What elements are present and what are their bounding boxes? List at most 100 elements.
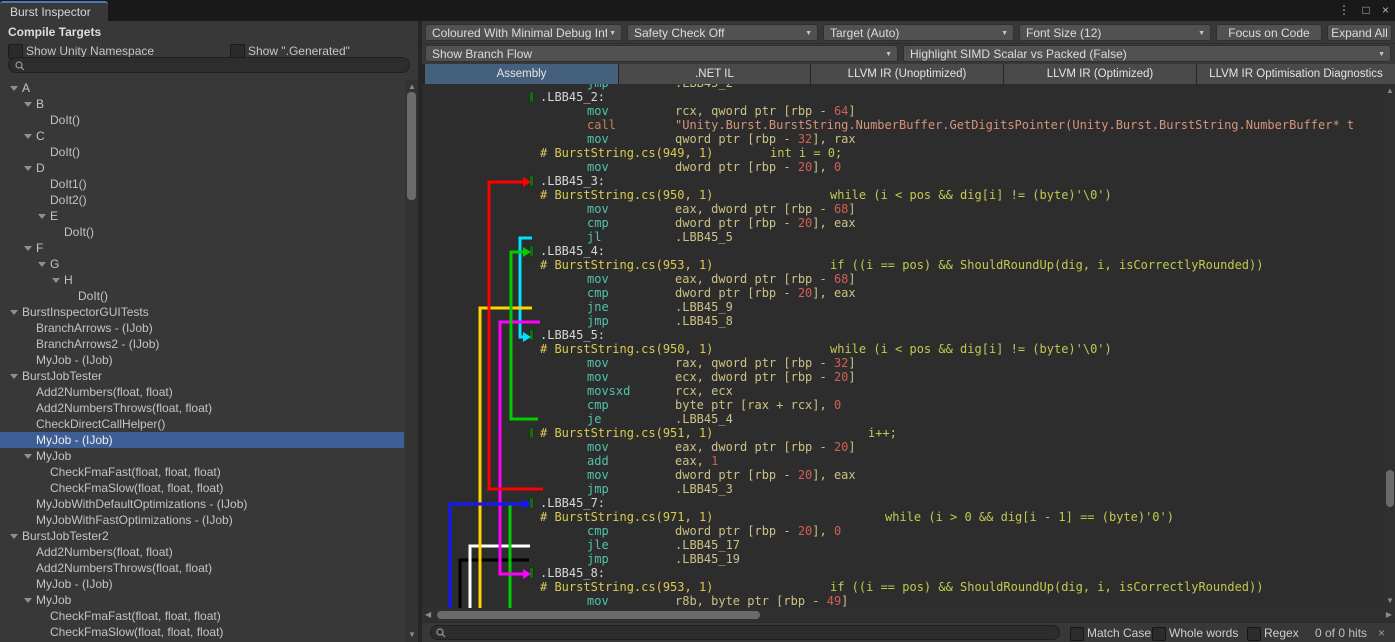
- scroll-up-icon[interactable]: ▲: [1386, 87, 1394, 95]
- tree-item-label: DoIt(): [50, 144, 80, 160]
- compile-targets-search[interactable]: [8, 57, 410, 73]
- branch-flow-arrows: [422, 84, 1384, 608]
- tree-scrollbar[interactable]: ▲ ▼: [405, 80, 418, 642]
- tree-item-doit1[interactable]: DoIt1(): [0, 176, 404, 192]
- tree-item-checkfmaslow-float-float-float[interactable]: CheckFmaSlow(float, float, float): [0, 480, 404, 496]
- tree-item-c[interactable]: C: [0, 128, 404, 144]
- tree-item-g[interactable]: G: [0, 256, 404, 272]
- tab-burst-inspector[interactable]: Burst Inspector: [0, 1, 108, 21]
- tree-scrollbar-thumb[interactable]: [407, 92, 416, 200]
- fold-open-icon[interactable]: [52, 278, 60, 283]
- tree-item-myjob-ijob[interactable]: MyJob - (IJob): [0, 432, 404, 448]
- tree-item-myjob-ijob[interactable]: MyJob - (IJob): [0, 576, 404, 592]
- tree-item-f[interactable]: F: [0, 240, 404, 256]
- dropdown-safety-check[interactable]: Safety Check Off▼: [627, 24, 818, 41]
- search-input[interactable]: [29, 58, 408, 74]
- fold-open-icon[interactable]: [10, 374, 18, 379]
- tree-item-add2numbers-float-float[interactable]: Add2Numbers(float, float): [0, 384, 404, 400]
- tree-item-checkdirectcallhelper[interactable]: CheckDirectCallHelper(): [0, 416, 404, 432]
- fold-open-icon[interactable]: [24, 166, 32, 171]
- code-hscrollbar-thumb[interactable]: [437, 611, 760, 619]
- tree-item-checkfmafast-float-float-float[interactable]: CheckFmaFast(float, float, float): [0, 608, 404, 624]
- find-close-icon[interactable]: ×: [1378, 626, 1385, 640]
- tree-item-myjob[interactable]: MyJob: [0, 592, 404, 608]
- tree-item-add2numbersthrows-float-float[interactable]: Add2NumbersThrows(float, float): [0, 400, 404, 416]
- tree-item-checkfmaslow-float-float-float[interactable]: CheckFmaSlow(float, float, float): [0, 624, 404, 640]
- close-icon[interactable]: ×: [1382, 0, 1389, 21]
- tree-item-label: D: [36, 160, 45, 176]
- scroll-down-icon[interactable]: ▼: [1386, 597, 1394, 605]
- tree-item-doit[interactable]: DoIt(): [0, 224, 404, 240]
- find-box[interactable]: [430, 625, 1060, 640]
- menu-icon[interactable]: ⋮: [1338, 0, 1350, 21]
- tree-item-d[interactable]: D: [0, 160, 404, 176]
- tree-item-e[interactable]: E: [0, 208, 404, 224]
- dropdown-label: Font Size (12): [1026, 25, 1196, 41]
- branch-arrowhead-red: [523, 177, 531, 187]
- view-tab-strip: Assembly.NET ILLLVM IR (Unoptimized)LLVM…: [422, 64, 1395, 84]
- tree-item-brancharrows2-ijob[interactable]: BranchArrows2 - (IJob): [0, 336, 404, 352]
- fold-open-icon[interactable]: [24, 102, 32, 107]
- tree-item-myjobwithdefaultoptimizations-ijob[interactable]: MyJobWithDefaultOptimizations - (IJob): [0, 496, 404, 512]
- scroll-up-icon[interactable]: ▲: [408, 83, 416, 91]
- tab-net-il[interactable]: .NET IL: [619, 64, 810, 84]
- dropdown-debug-info[interactable]: Coloured With Minimal Debug Infi▼: [425, 24, 622, 41]
- hits-count: 0 of 0 hits: [1315, 626, 1367, 640]
- tree-item-checkfmafast-float-float-float[interactable]: CheckFmaFast(float, float, float): [0, 464, 404, 480]
- match-case-checkbox[interactable]: [1070, 627, 1084, 641]
- tree-item-burstinspectorguitests[interactable]: BurstInspectorGUITests: [0, 304, 404, 320]
- tree-item-myjobwithfastoptimizations-ijob[interactable]: MyJobWithFastOptimizations - (IJob): [0, 512, 404, 528]
- find-input[interactable]: [449, 626, 1053, 641]
- tree-item-label: MyJob: [36, 448, 71, 464]
- show-unity-namespace-label: Show Unity Namespace: [26, 44, 154, 58]
- dropdown-show-branch-flow[interactable]: Show Branch Flow▼: [425, 45, 898, 62]
- scroll-left-icon[interactable]: ◀: [425, 611, 431, 619]
- tree-item-add2numbersthrows-float-float[interactable]: Add2NumbersThrows(float, float): [0, 560, 404, 576]
- tree-item-label: DoIt(): [64, 224, 94, 240]
- fold-open-icon[interactable]: [10, 310, 18, 315]
- fold-open-icon[interactable]: [10, 86, 18, 91]
- code-horizontal-scrollbar[interactable]: ◀ ▶: [422, 608, 1395, 622]
- tree-item-brancharrows-ijob[interactable]: BranchArrows - (IJob): [0, 320, 404, 336]
- tab-assembly[interactable]: Assembly: [425, 64, 618, 84]
- fold-open-icon[interactable]: [24, 598, 32, 603]
- tree-item-myjob-ijob[interactable]: MyJob - (IJob): [0, 352, 404, 368]
- tree-item-burstjobtester[interactable]: BurstJobTester: [0, 368, 404, 384]
- fold-open-icon[interactable]: [24, 246, 32, 251]
- dropdown-font-size[interactable]: Font Size (12)▼: [1019, 24, 1211, 41]
- tree-item-a[interactable]: A: [0, 80, 404, 96]
- focus-on-code-button[interactable]: Focus on Code: [1216, 24, 1322, 41]
- code-vscrollbar-thumb[interactable]: [1386, 470, 1394, 507]
- tree-item-burstjobtester2[interactable]: BurstJobTester2: [0, 528, 404, 544]
- tree-item-doit[interactable]: DoIt(): [0, 144, 404, 160]
- tree-item-add2numbers-float-float[interactable]: Add2Numbers(float, float): [0, 544, 404, 560]
- regex-checkbox[interactable]: [1247, 627, 1261, 641]
- tree-item-h[interactable]: H: [0, 272, 404, 288]
- tree-item-label: BurstInspectorGUITests: [22, 304, 149, 320]
- code-vertical-scrollbar[interactable]: ▲ ▼: [1384, 84, 1395, 608]
- tree-item-doit[interactable]: DoIt(): [0, 112, 404, 128]
- fold-open-icon[interactable]: [38, 262, 46, 267]
- chevron-down-icon: ▼: [1198, 25, 1205, 41]
- scroll-right-icon[interactable]: ▶: [1386, 611, 1392, 619]
- tab-llvm-ir-optimized[interactable]: LLVM IR (Optimized): [1004, 64, 1196, 84]
- expand-all-button[interactable]: Expand All: [1327, 24, 1392, 41]
- fold-open-icon[interactable]: [24, 454, 32, 459]
- tab-llvm-ir-diagnostics[interactable]: LLVM IR Optimisation Diagnostics: [1197, 64, 1395, 84]
- dropdown-highlight-simd[interactable]: Highlight SIMD Scalar vs Packed (False)▼: [903, 45, 1391, 62]
- tree-item-doit2[interactable]: DoIt2(): [0, 192, 404, 208]
- tree-item-doit[interactable]: DoIt(): [0, 288, 404, 304]
- scroll-down-icon[interactable]: ▼: [408, 631, 416, 639]
- tab-llvm-ir-unoptimized[interactable]: LLVM IR (Unoptimized): [811, 64, 1003, 84]
- fold-open-icon[interactable]: [24, 134, 32, 139]
- fold-open-icon[interactable]: [10, 534, 18, 539]
- tree-item-b[interactable]: B: [0, 96, 404, 112]
- dropdown-target[interactable]: Target (Auto)▼: [823, 24, 1014, 41]
- tree-item-label: BurstJobTester: [22, 368, 102, 384]
- branch-arrow-magenta: [500, 322, 540, 574]
- whole-words-checkbox[interactable]: [1152, 627, 1166, 641]
- tree-item-myjob[interactable]: MyJob: [0, 448, 404, 464]
- fold-open-icon[interactable]: [38, 214, 46, 219]
- maximize-icon[interactable]: □: [1362, 0, 1369, 21]
- tree-item-label: DoIt2(): [50, 192, 87, 208]
